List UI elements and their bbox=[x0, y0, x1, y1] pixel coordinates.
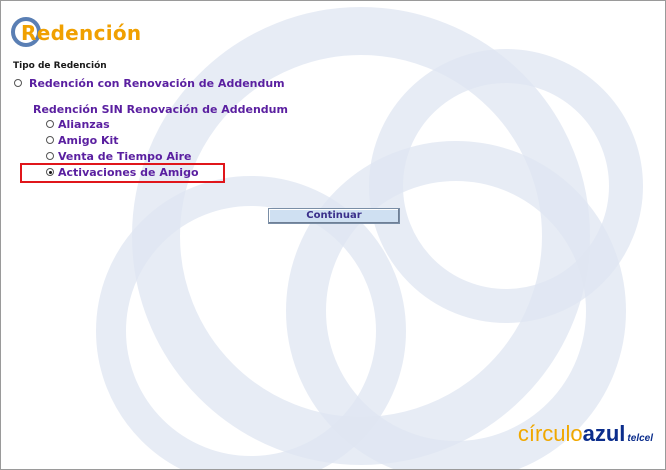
radio-icon[interactable] bbox=[14, 79, 22, 87]
section-label: Tipo de Redención bbox=[13, 61, 107, 71]
radio-icon[interactable] bbox=[46, 120, 54, 128]
option-label: Alianzas bbox=[58, 118, 110, 131]
brand-logo: círculoazul telcel bbox=[517, 421, 653, 446]
option-label: Redención con Renovación de Addendum bbox=[29, 77, 285, 90]
option-label: Venta de Tiempo Aire bbox=[58, 150, 192, 163]
sub-heading: Redención SIN Renovación de Addendum bbox=[33, 103, 288, 116]
selection-highlight-box bbox=[20, 163, 225, 183]
page-frame: Redención Tipo de Redención Redención co… bbox=[0, 0, 666, 470]
background-rings bbox=[96, 7, 643, 469]
option-label: Amigo Kit bbox=[58, 134, 119, 147]
radio-icon[interactable] bbox=[46, 152, 54, 160]
continuar-button[interactable]: Continuar bbox=[268, 208, 400, 224]
page-title: Redención bbox=[21, 21, 142, 45]
radio-icon[interactable] bbox=[46, 136, 54, 144]
